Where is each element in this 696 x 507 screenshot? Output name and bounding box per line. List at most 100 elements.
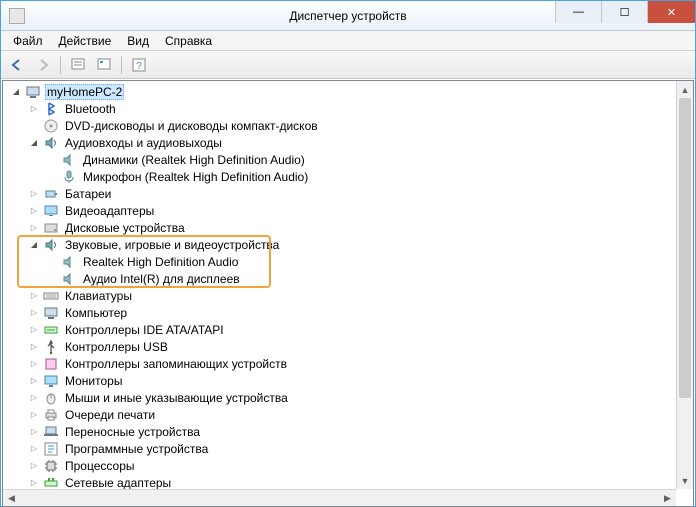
window-buttons: — ☐ ✕ [555,1,695,23]
tree-row[interactable]: Контроллеры запоминающих устройств [5,355,676,372]
speaker-icon [61,254,77,270]
expand-toggle-icon[interactable] [27,425,41,439]
tree-row[interactable]: Переносные устройства [5,423,676,440]
software-icon [43,441,59,457]
toolbar: ? [1,51,695,79]
tree-label: Контроллеры USB [63,340,170,354]
tree-row[interactable]: Очереди печати [5,406,676,423]
back-button[interactable] [5,54,29,76]
battery-icon [43,186,59,202]
tree-label: Bluetooth [63,102,118,116]
toolbar-separator [121,56,122,74]
tree-row[interactable]: Дисковые устройства [5,219,676,236]
menu-help[interactable]: Справка [157,32,220,50]
tree-row[interactable]: Видеоадаптеры [5,202,676,219]
hid-icon [43,356,59,372]
tree-row[interactable]: Контроллеры USB [5,338,676,355]
expand-toggle-icon[interactable] [27,340,41,354]
tree-row[interactable]: Мыши и иные указывающие устройства [5,389,676,406]
vertical-scrollbar[interactable]: ▲ ▼ [676,81,693,489]
bluetooth-icon [43,101,59,117]
expand-toggle-icon[interactable] [27,136,41,150]
tree-row[interactable]: Программные устройства [5,440,676,457]
expand-toggle-icon[interactable] [27,476,41,490]
expand-toggle-icon[interactable] [27,306,41,320]
minimize-button[interactable]: — [555,1,601,23]
expand-toggle-icon[interactable] [9,85,23,99]
menu-action[interactable]: Действие [51,32,120,50]
svg-text:?: ? [136,61,142,72]
help-button[interactable]: ? [127,54,151,76]
tree-row[interactable]: Микрофон (Realtek High Definition Audio) [5,168,676,185]
menu-file[interactable]: Файл [5,32,51,50]
tree-row[interactable]: Аудио Intel(R) для дисплеев [5,270,676,287]
sound-icon [43,135,59,151]
tree-row[interactable]: Динамики (Realtek High Definition Audio) [5,151,676,168]
speaker-icon [61,152,77,168]
tree-label: Контроллеры IDE ATA/ATAPI [63,323,226,337]
tree-row[interactable]: Сетевые адаптеры [5,474,676,489]
tree-label: Компьютер [63,306,129,320]
usb-icon [43,339,59,355]
content-area: myHomePC-2 Bluetooth DVD-дисководы и диско… [2,80,694,507]
tree-label: Звуковые, игровые и видеоустройства [63,238,281,252]
tree-label: Переносные устройства [63,425,202,439]
show-hidden-button[interactable] [66,54,90,76]
tree-row[interactable]: Клавиатуры [5,287,676,304]
expand-toggle-icon[interactable] [27,221,41,235]
expand-toggle-icon[interactable] [27,408,41,422]
tree-row[interactable]: Батареи [5,185,676,202]
laptop-icon [43,424,59,440]
forward-button[interactable] [31,54,55,76]
scroll-right-icon[interactable]: ▶ [659,490,676,507]
menu-bar: Файл Действие Вид Справка [1,31,695,51]
tree-label: Дисковые устройства [63,221,187,235]
expand-toggle-icon[interactable] [27,102,41,116]
scroll-thumb[interactable] [679,98,691,398]
tree-row[interactable]: DVD-дисководы и дисководы компакт-дисков [5,117,676,134]
window-title: Диспетчер устройств [289,9,406,23]
scroll-left-icon[interactable]: ◀ [3,490,20,507]
scroll-down-icon[interactable]: ▼ [677,472,693,489]
maximize-button[interactable]: ☐ [601,1,647,23]
tree-row[interactable]: Процессоры [5,457,676,474]
expand-toggle-icon[interactable] [27,442,41,456]
properties-button[interactable] [92,54,116,76]
expand-toggle-icon[interactable] [27,357,41,371]
tree-label: Очереди печати [63,408,157,422]
scroll-track[interactable] [20,490,659,506]
disk-icon [43,220,59,236]
tree-label: Мониторы [63,374,124,388]
tree-row[interactable]: myHomePC-2 [5,83,676,100]
tree-row[interactable]: Контроллеры IDE ATA/ATAPI [5,321,676,338]
tree-row[interactable]: Realtek High Definition Audio [5,253,676,270]
expand-toggle-icon[interactable] [27,187,41,201]
tree-label: Мыши и иные указывающие устройства [63,391,290,405]
toolbar-separator [60,56,61,74]
scroll-up-icon[interactable]: ▲ [677,81,693,98]
sound-icon [43,237,59,253]
tree-row[interactable]: Аудиовходы и аудиовыходы [5,134,676,151]
tree-row[interactable]: Звуковые, игровые и видеоустройства [5,236,676,253]
tree-label: Аудио Intel(R) для дисплеев [81,272,242,286]
menu-view[interactable]: Вид [119,32,157,50]
tree-label: Realtek High Definition Audio [81,255,240,269]
horizontal-scrollbar[interactable]: ◀ ▶ [3,489,676,506]
tree-row[interactable]: Bluetooth [5,100,676,117]
expand-toggle-icon[interactable] [27,238,41,252]
tree-label: Микрофон (Realtek High Definition Audio) [81,170,310,184]
speaker-icon [61,271,77,287]
tree-row[interactable]: Мониторы [5,372,676,389]
expand-toggle-icon[interactable] [27,289,41,303]
expand-toggle-icon[interactable] [27,391,41,405]
expand-toggle-icon[interactable] [27,374,41,388]
expand-toggle-icon[interactable] [27,459,41,473]
computer-root-icon [25,84,41,100]
mic-icon [61,169,77,185]
device-tree[interactable]: myHomePC-2 Bluetooth DVD-дисководы и диско… [3,81,676,489]
expand-toggle-icon[interactable] [27,323,41,337]
tree-label: DVD-дисководы и дисководы компакт-дисков [63,119,320,133]
expand-toggle-icon[interactable] [27,204,41,218]
tree-row[interactable]: Компьютер [5,304,676,321]
close-button[interactable]: ✕ [647,1,695,23]
